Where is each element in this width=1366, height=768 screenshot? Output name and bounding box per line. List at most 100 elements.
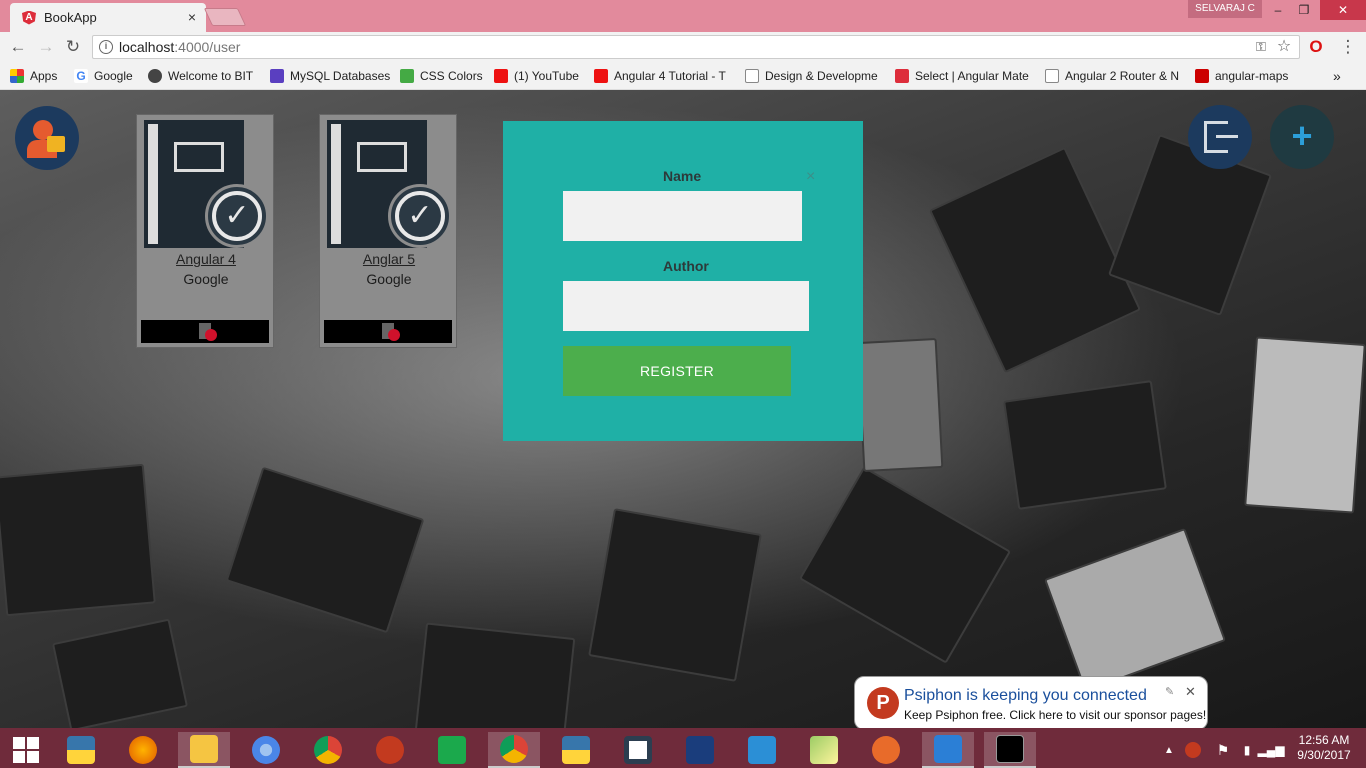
lock-icon [47, 136, 65, 152]
opera-extension-icon[interactable]: O [1306, 37, 1326, 57]
background-book [225, 466, 425, 634]
book-author: Google [366, 271, 412, 287]
taskbar-app-frame[interactable] [612, 732, 664, 768]
bookmarks-overflow-icon[interactable]: » [1333, 68, 1341, 84]
forward-icon[interactable]: → [36, 37, 56, 57]
pin-icon[interactable]: ✎ [1165, 685, 1174, 698]
bookmark-bit[interactable]: Welcome to BIT [148, 68, 253, 84]
book-title-link[interactable]: Angular 4 [137, 251, 275, 267]
start-button[interactable] [0, 732, 52, 768]
notification-title: Psiphon is keeping you connected [904, 687, 1147, 704]
minimize-button[interactable]: – [1264, 0, 1292, 20]
taskbar-firefox[interactable] [117, 732, 169, 768]
tray-psiphon[interactable] [1182, 732, 1204, 768]
bookmark-design[interactable]: Design & Developme [745, 68, 878, 84]
angular-icon [895, 69, 909, 83]
clock-time: 12:56 AM [1298, 733, 1350, 747]
background-book [588, 508, 762, 682]
key-icon[interactable]: ⚿ [1251, 37, 1271, 57]
name-label: Name [663, 168, 702, 184]
psiphon-icon [376, 736, 404, 764]
notes-icon [810, 736, 838, 764]
python-icon [562, 736, 590, 764]
cmd-icon [996, 735, 1024, 763]
store-icon [438, 736, 466, 764]
taskbar-chrome[interactable] [302, 732, 354, 768]
site-info-icon[interactable]: i [99, 40, 113, 54]
delete-book-button[interactable] [324, 320, 452, 343]
register-button[interactable]: REGISTER [563, 346, 791, 396]
angular-icon: A [22, 10, 36, 25]
modal-close-icon[interactable]: × [806, 168, 815, 186]
taskbar-devcpp[interactable] [674, 732, 726, 768]
tray-overflow-icon[interactable]: ▲ [1160, 732, 1178, 768]
tab-close-icon[interactable]: × [188, 9, 196, 25]
add-book-button[interactable]: + [1270, 105, 1334, 169]
background-book [1003, 380, 1167, 510]
close-window-button[interactable]: ✕ [1320, 0, 1366, 20]
taskbar-chrome-active[interactable] [488, 732, 540, 768]
profile-name[interactable]: SELVARAJ C [1188, 0, 1262, 18]
name-input[interactable] [563, 191, 802, 241]
delete-badge-icon [205, 329, 217, 341]
taskbar-vscode[interactable] [922, 732, 974, 768]
maximize-button[interactable]: ❐ [1290, 0, 1318, 20]
npm-icon [1195, 69, 1209, 83]
bookmark-youtube[interactable]: (1) YouTube [494, 68, 579, 84]
python-icon [67, 736, 95, 764]
menu-icon[interactable]: ⋮ [1338, 37, 1358, 57]
taskbar-python-idle[interactable] [55, 732, 107, 768]
background-book [414, 622, 576, 728]
taskbar-chromium[interactable] [240, 732, 292, 768]
reload-icon[interactable]: ↻ [63, 37, 83, 57]
system-clock[interactable]: 12:56 AM 9/30/2017 [1294, 733, 1354, 763]
network-icon[interactable]: ▂▄▆ [1258, 732, 1285, 768]
author-label: Author [663, 258, 709, 274]
frame-app-icon [624, 736, 652, 764]
url-host: localhost [119, 39, 175, 55]
taskbar-store[interactable] [426, 732, 478, 768]
bookmark-google[interactable]: G Google [74, 68, 133, 84]
windows-icon [13, 737, 39, 763]
taskbar-cmd[interactable] [984, 732, 1036, 768]
chrome-icon [314, 736, 342, 764]
back-icon[interactable]: ← [8, 37, 28, 57]
user-lock-button[interactable] [15, 106, 79, 170]
tool-icon [872, 736, 900, 764]
delete-book-button[interactable] [141, 320, 269, 343]
browser-toolbar: ← → ↻ localhost:4000/user i ⚿ ☆ O ⋮ [0, 32, 1366, 62]
author-input[interactable] [563, 281, 809, 331]
flag-icon[interactable]: ⚑ [1212, 732, 1234, 768]
taskbar-notes[interactable] [798, 732, 850, 768]
psiphon-notification[interactable]: P Psiphon is keeping you connected Keep … [854, 676, 1208, 730]
bookmark-css-colors[interactable]: CSS Colors [400, 68, 483, 84]
notification-body[interactable]: Keep Psiphon free. Click here to visit o… [904, 708, 1206, 722]
book-title-link[interactable]: Anglar 5 [320, 251, 458, 267]
bookmark-angular-maps[interactable]: angular-maps [1195, 68, 1288, 84]
tab-bookapp[interactable]: A BookApp × [10, 3, 206, 32]
page-icon [745, 69, 759, 83]
notification-close-icon[interactable]: ✕ [1185, 684, 1196, 700]
chrome-icon [500, 735, 528, 763]
taskbar-screen-capture[interactable] [736, 732, 788, 768]
address-bar[interactable]: localhost:4000/user [92, 35, 1300, 59]
bookmark-star-icon[interactable]: ☆ [1274, 37, 1294, 57]
bookmark-apps[interactable]: Apps [10, 68, 57, 84]
bookmark-select-angular[interactable]: Select | Angular Mate [895, 68, 1029, 84]
youtube-icon [494, 69, 508, 83]
taskbar-file-explorer[interactable] [178, 732, 230, 768]
book-label-shape [357, 142, 407, 172]
bookmark-angular-router[interactable]: Angular 2 Router & N [1045, 68, 1179, 84]
taskbar-tool[interactable] [860, 732, 912, 768]
bookmark-angular-tutorial[interactable]: Angular 4 Tutorial - T [594, 68, 726, 84]
new-tab-button[interactable] [203, 8, 247, 26]
taskbar-psiphon[interactable] [364, 732, 416, 768]
tab-strip: A BookApp × SELVARAJ C – ❐ ✕ [0, 0, 1366, 32]
battery-icon[interactable]: ▮ [1236, 732, 1258, 768]
bookmark-mysql[interactable]: MySQL Databases [270, 68, 390, 84]
youtube-icon [594, 69, 608, 83]
tab-title: BookApp [44, 10, 97, 25]
logout-button[interactable] [1188, 105, 1252, 169]
taskbar-python[interactable] [550, 732, 602, 768]
vscode-icon [934, 735, 962, 763]
